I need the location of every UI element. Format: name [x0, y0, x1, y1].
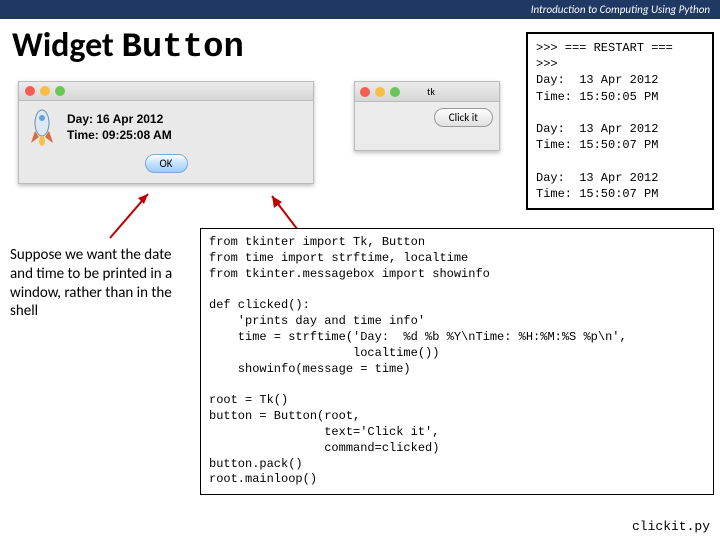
msg-line-1: Day: 16 Apr 2012 — [67, 112, 172, 128]
msg-line-2: Time: 09:25:08 AM — [67, 128, 172, 144]
zoom-icon[interactable] — [390, 87, 400, 97]
click-it-button[interactable]: Click it — [434, 108, 493, 127]
title-word-1: Widget — [12, 25, 122, 66]
ok-button[interactable]: OK — [145, 154, 188, 173]
messagebox-text: Day: 16 Apr 2012 Time: 09:25:08 AM — [67, 112, 172, 143]
close-icon[interactable] — [360, 87, 370, 97]
tk-titlebar: tk — [355, 82, 499, 102]
minimize-icon[interactable] — [375, 87, 385, 97]
close-icon[interactable] — [25, 86, 35, 96]
tk-window: tk Click it — [354, 81, 500, 151]
arrow-to-messagebox — [100, 188, 160, 244]
messagebox-titlebar — [19, 82, 313, 101]
minimize-icon[interactable] — [40, 86, 50, 96]
course-header: Introduction to Computing Using Python — [0, 0, 720, 19]
code-listing: from tkinter import Tk, Button from time… — [200, 228, 714, 495]
title-word-2: Button — [122, 29, 244, 67]
messagebox-window: Day: 16 Apr 2012 Time: 09:25:08 AM OK — [18, 81, 314, 184]
tk-title-text: tk — [427, 85, 435, 98]
shell-output: >>> === RESTART === >>> Day: 13 Apr 2012… — [526, 32, 714, 210]
caption-text: Suppose we want the date and time to be … — [10, 246, 190, 321]
filename-label: clickit.py — [632, 519, 710, 534]
zoom-icon[interactable] — [55, 86, 65, 96]
app-icon — [27, 109, 57, 147]
